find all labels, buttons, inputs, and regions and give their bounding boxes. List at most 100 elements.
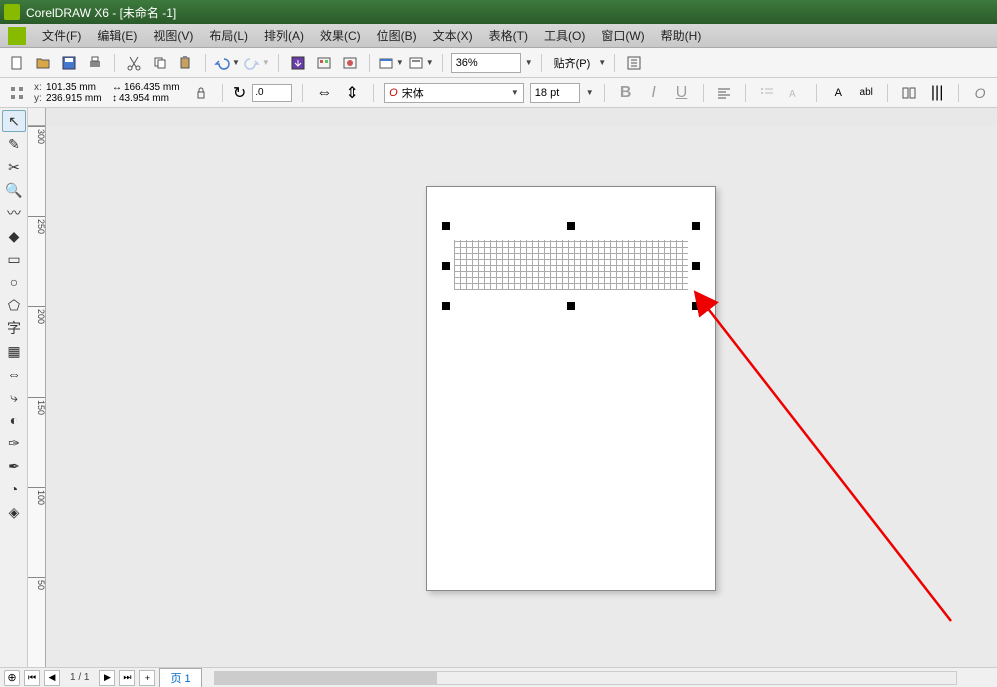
freehand-tool[interactable]: 〰 bbox=[2, 202, 26, 224]
char-format-button[interactable]: A bbox=[827, 82, 849, 104]
columns-button[interactable] bbox=[898, 82, 920, 104]
menu-bitmap[interactable]: 位图(B) bbox=[369, 25, 425, 46]
menu-view[interactable]: 视图(V) bbox=[145, 25, 201, 46]
eyedropper-tool[interactable]: ✑ bbox=[2, 432, 26, 454]
first-page-button[interactable]: ⏮ bbox=[24, 670, 40, 686]
text-tool[interactable]: 字 bbox=[2, 317, 26, 339]
selection-handle-bl[interactable] bbox=[442, 302, 450, 310]
chevron-down-icon[interactable]: ▼ bbox=[586, 88, 594, 97]
zoom-level-input[interactable] bbox=[451, 53, 521, 73]
edit-text-button[interactable]: abl bbox=[855, 82, 877, 104]
menu-edit[interactable]: 编辑(E) bbox=[89, 25, 145, 46]
add-page-button[interactable]: ⊕ bbox=[4, 670, 20, 686]
separator bbox=[205, 54, 206, 72]
options-button[interactable] bbox=[623, 52, 645, 74]
bold-button[interactable]: B bbox=[615, 82, 637, 104]
mirror-h-button[interactable]: ⇔ bbox=[313, 82, 335, 104]
width-value[interactable]: 166.435 mm bbox=[124, 82, 184, 93]
text-direction-button[interactable]: ||| bbox=[926, 82, 948, 104]
selection-handle-br[interactable] bbox=[692, 302, 700, 310]
rectangle-tool[interactable]: ▭ bbox=[2, 248, 26, 270]
bullet-list-button[interactable] bbox=[756, 82, 778, 104]
ruler-tick: 200 bbox=[28, 306, 46, 324]
snap-label[interactable]: 贴齐(P) bbox=[550, 55, 595, 71]
connector-tool[interactable]: ⤷ bbox=[2, 386, 26, 408]
save-button[interactable] bbox=[58, 52, 80, 74]
y-value[interactable]: 236.915 mm bbox=[46, 93, 106, 104]
publish-button[interactable] bbox=[339, 52, 361, 74]
menu-help[interactable]: 帮助(H) bbox=[653, 25, 710, 46]
polygon-tool[interactable]: ⬠ bbox=[2, 294, 26, 316]
new-button[interactable] bbox=[6, 52, 28, 74]
mirror-v-button[interactable]: ⇕ bbox=[341, 82, 363, 104]
font-size-input[interactable] bbox=[530, 83, 580, 103]
selected-objects[interactable] bbox=[454, 240, 688, 290]
pick-tool[interactable]: ↖ bbox=[2, 110, 26, 132]
selection-handle-bm[interactable] bbox=[567, 302, 575, 310]
selection-group[interactable] bbox=[446, 226, 696, 306]
page-tab-1[interactable]: 页 1 bbox=[159, 668, 201, 687]
selection-handle-tl[interactable] bbox=[442, 222, 450, 230]
zoom-tool[interactable]: 🔍 bbox=[2, 179, 26, 201]
vertical-ruler[interactable]: 300250200150100500 bbox=[28, 126, 46, 667]
underline-button[interactable]: U bbox=[671, 82, 693, 104]
menu-text[interactable]: 文本(X) bbox=[425, 25, 481, 46]
selection-handle-mr[interactable] bbox=[692, 262, 700, 270]
welcome-button[interactable]: ▼ bbox=[408, 55, 434, 71]
copy-button[interactable] bbox=[149, 52, 171, 74]
menu-table[interactable]: 表格(T) bbox=[481, 25, 536, 46]
rotation-input[interactable] bbox=[252, 84, 292, 102]
export-button[interactable] bbox=[313, 52, 335, 74]
selection-handle-tm[interactable] bbox=[567, 222, 575, 230]
menu-window[interactable]: 窗口(W) bbox=[593, 25, 652, 46]
width-icon: ↔ bbox=[112, 82, 122, 93]
lock-ratio-button[interactable] bbox=[190, 82, 212, 104]
last-page-button[interactable]: ⏭ bbox=[119, 670, 135, 686]
outline-tool[interactable]: ✒ bbox=[2, 455, 26, 477]
paste-button[interactable] bbox=[175, 52, 197, 74]
chevron-down-icon[interactable]: ▼ bbox=[598, 58, 606, 67]
menu-tools[interactable]: 工具(O) bbox=[536, 25, 593, 46]
x-label: x: bbox=[34, 82, 44, 93]
selection-handle-tr[interactable] bbox=[692, 222, 700, 230]
selection-handle-ml[interactable] bbox=[442, 262, 450, 270]
italic-button[interactable]: I bbox=[643, 82, 665, 104]
canvas[interactable] bbox=[46, 126, 997, 667]
ellipse-tool[interactable]: ○ bbox=[2, 271, 26, 293]
x-value[interactable]: 101.35 mm bbox=[46, 82, 106, 93]
canvas-wrap: 25020015010050050100150200250300350400 3… bbox=[28, 108, 997, 667]
menu-file[interactable]: 文件(F) bbox=[34, 25, 89, 46]
fill-tool[interactable]: ◔ bbox=[2, 478, 26, 500]
smart-fill-tool[interactable]: ◆ bbox=[2, 225, 26, 247]
separator bbox=[604, 84, 605, 102]
table-tool[interactable]: ▦ bbox=[2, 340, 26, 362]
dropcap-button[interactable]: A bbox=[784, 82, 806, 104]
options-o-button[interactable]: O bbox=[969, 82, 991, 104]
height-value[interactable]: 43.954 mm bbox=[119, 93, 179, 104]
chevron-down-icon[interactable]: ▼ bbox=[525, 58, 533, 67]
dimension-tool[interactable]: ⇔ bbox=[2, 363, 26, 385]
interactive-fill-tool[interactable]: ◈ bbox=[2, 501, 26, 523]
add-page-after-button[interactable]: + bbox=[139, 670, 155, 686]
undo-button[interactable]: ▼ bbox=[214, 55, 240, 71]
redo-button[interactable]: ▼ bbox=[244, 55, 270, 71]
horizontal-scrollbar[interactable] bbox=[214, 671, 957, 685]
app-launcher-button[interactable]: ▼ bbox=[378, 55, 404, 71]
menu-layout[interactable]: 布局(L) bbox=[201, 25, 256, 46]
cut-button[interactable] bbox=[123, 52, 145, 74]
font-family-select[interactable]: O 宋体 ▼ bbox=[384, 83, 524, 103]
prev-page-button[interactable]: ◀ bbox=[44, 670, 60, 686]
import-button[interactable] bbox=[287, 52, 309, 74]
scrollbar-thumb[interactable] bbox=[215, 672, 437, 684]
interactive-tool[interactable]: ◐ bbox=[2, 409, 26, 431]
open-button[interactable] bbox=[32, 52, 54, 74]
chevron-down-icon: ▼ bbox=[396, 58, 404, 67]
crop-tool[interactable]: ✂ bbox=[2, 156, 26, 178]
ruler-origin[interactable] bbox=[28, 108, 46, 126]
menu-effects[interactable]: 效果(C) bbox=[312, 25, 369, 46]
menu-arrange[interactable]: 排列(A) bbox=[256, 25, 312, 46]
print-button[interactable] bbox=[84, 52, 106, 74]
align-left-button[interactable] bbox=[714, 82, 736, 104]
shape-tool[interactable]: ✎ bbox=[2, 133, 26, 155]
next-page-button[interactable]: ▶ bbox=[99, 670, 115, 686]
